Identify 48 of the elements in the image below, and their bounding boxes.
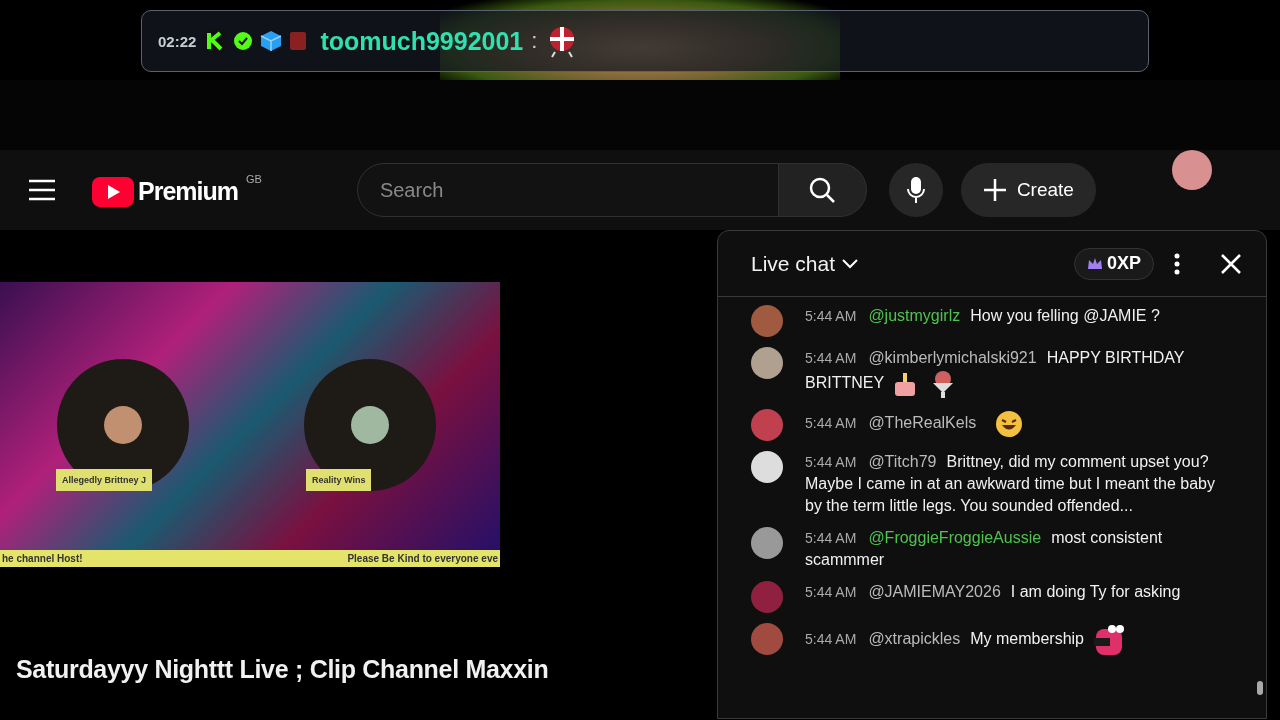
plus-icon [982, 178, 1007, 202]
chat-message: 5:44 AM @Titch79 Brittney, did my comment upset you? Maybe I came in at an awkward time but I meant the baby by the term little legs. You sounded offended... [805, 452, 1216, 516]
search-field[interactable]: Search [356, 163, 779, 217]
chevron-down-icon [841, 257, 860, 270]
user-avatar [751, 623, 783, 655]
laughing-emoji-icon [994, 409, 1025, 439]
k-badge-icon [204, 30, 227, 52]
chat-message: 5:44 AM @justmygirlz How you felling @JAMIE ? [805, 306, 1161, 326]
participant-name: Allegedly Brittney J [56, 469, 153, 491]
crown-icon [1086, 256, 1103, 271]
create-button[interactable]: Create [960, 163, 1096, 217]
close-icon[interactable] [1220, 252, 1242, 275]
ticker-text: Please Be Kind to everyone eve [347, 553, 498, 564]
participant-avatar [104, 406, 142, 444]
scrollbar-thumb[interactable] [1257, 681, 1263, 695]
participant-avatar [351, 406, 389, 444]
microphone-icon [905, 176, 926, 204]
xp-badge[interactable]: 0XP [1073, 247, 1154, 280]
chat-message: 5:44 AM @TheRealKels [805, 409, 1218, 441]
chat-message: 5:44 AM @xtrapickles My membership [805, 623, 1218, 657]
user-avatar [751, 305, 783, 337]
live-chat-dropdown[interactable]: Live chat [751, 251, 860, 276]
region-code: GB [246, 173, 262, 185]
search-icon [808, 176, 837, 204]
separator: : [531, 28, 538, 54]
video-player[interactable]: Allegedly Brittney J Reality Wins he channel Host! Please Be Kind to everyone eve [0, 282, 500, 567]
menu-icon[interactable] [28, 179, 56, 201]
user-avatar [751, 409, 783, 441]
user-avatar [751, 527, 783, 559]
user-avatar [751, 451, 783, 483]
user-avatar [751, 347, 783, 379]
more-options-icon[interactable] [1174, 252, 1180, 275]
logo-text[interactable]: Premium [138, 177, 238, 206]
chat-message: 5:44 AM @FroggieFroggieAussie most consistent scammmer [805, 528, 1164, 570]
account-avatar[interactable] [1171, 150, 1212, 190]
chat-message: 5:44 AM @JAMIEMAY2026 I am doing Ty for asking [805, 582, 1182, 602]
participant-name: Reality Wins [306, 469, 372, 491]
user-avatar [751, 581, 783, 613]
cube-icon [260, 30, 283, 52]
chat-message: 5:44 AM @kimberlymichalski921 HAPPY BIRTHDAY BRITTNEY [805, 347, 1218, 399]
search-button[interactable] [778, 163, 867, 217]
timestamp: 02:22 [158, 32, 197, 50]
monster-sticker-icon [1092, 623, 1126, 657]
ticker-text: he channel Host! [2, 553, 83, 564]
verified-icon [234, 32, 253, 50]
username: toomuch9992001 [320, 26, 524, 56]
video-title: Saturdayyy Nighttt Live ; Clip Channel Maxxin [16, 655, 550, 684]
play-logo-icon[interactable] [92, 177, 134, 207]
